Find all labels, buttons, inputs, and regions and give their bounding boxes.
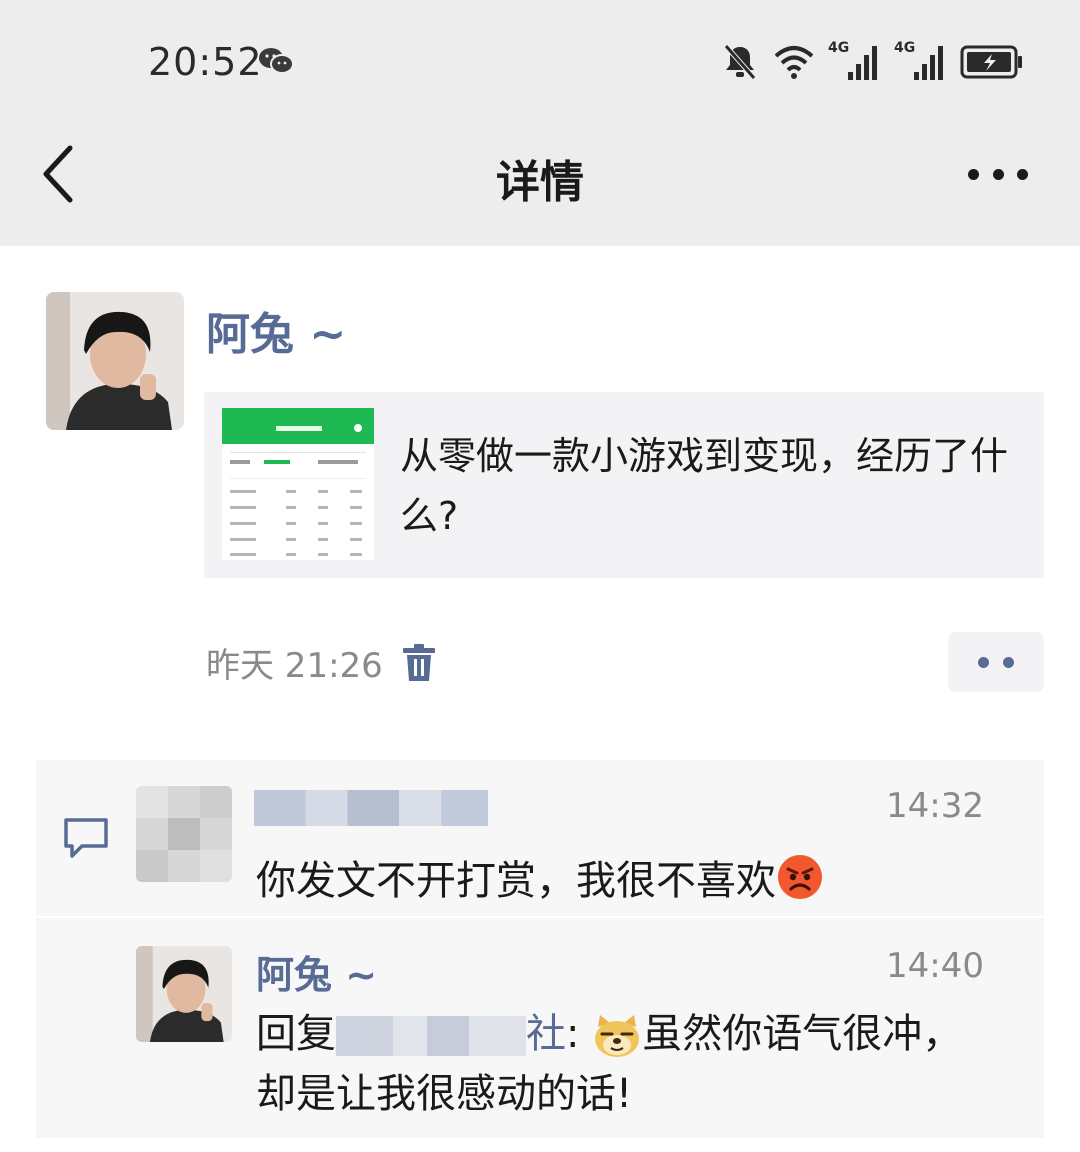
signal-4g-1: 4G [828, 40, 882, 82]
comments-section: 14:32 你发文不开打赏，我很不喜欢 阿兔 ~ 14:40 回复 社: 虽然你… [36, 760, 1044, 1138]
status-icons: 4G 4G [720, 40, 1024, 84]
comment-icon [64, 818, 108, 858]
dot-icon [978, 656, 989, 668]
wifi-icon [774, 46, 814, 79]
reply-time: 14:40 [886, 946, 984, 986]
wechat-icon [259, 48, 294, 74]
signal-bars-icon [914, 46, 943, 80]
commenter-name-blurred[interactable] [254, 790, 488, 826]
article-title: 从零做一款小游戏到变现，经历了什么? [400, 434, 1009, 538]
reply-author-avatar[interactable] [136, 946, 232, 1042]
like-comment-button[interactable] [948, 632, 1044, 692]
reply-target-name[interactable]: 社 [526, 1011, 566, 1057]
reply-colon: : [566, 1011, 593, 1057]
article-thumbnail [222, 408, 374, 560]
post-meta: 昨天 21:26 [206, 638, 437, 687]
dot-icon [968, 168, 979, 180]
avatar-photo [136, 946, 232, 1042]
more-options-button[interactable] [968, 160, 1028, 188]
post-timestamp: 昨天 21:26 [206, 646, 383, 686]
reply-prefix: 回复 [256, 1011, 336, 1057]
dot-icon [1017, 168, 1028, 180]
dot-icon [1003, 656, 1014, 668]
comment-divider [36, 916, 1044, 918]
dot-icon [992, 168, 1004, 180]
avatar-photo [46, 292, 184, 430]
comment-text: 你发文不开打赏，我很不喜欢 [256, 848, 824, 906]
angry-face-icon [778, 855, 822, 899]
signal-bars-icon [848, 46, 877, 80]
reply-text: 回复 社: 虽然你语气很冲，却是让我很感动的话! [256, 1004, 996, 1124]
comment-time: 14:32 [886, 786, 984, 826]
reply-author-name[interactable]: 阿兔 ~ [256, 944, 377, 999]
top-bar: 20:52 4G 4G 详情 [0, 0, 1080, 246]
status-time: 20:52 [148, 40, 263, 84]
author-name[interactable]: 阿兔 ~ [206, 298, 346, 362]
commenter-avatar-blurred[interactable] [136, 786, 232, 882]
shared-article-card[interactable]: 从零做一款小游戏到变现，经历了什么? [204, 392, 1044, 578]
author-avatar[interactable] [46, 292, 184, 430]
reply-target-blurred[interactable] [336, 1016, 526, 1056]
comment-text-content: 你发文不开打赏，我很不喜欢 [256, 858, 776, 904]
battery-charging-icon [960, 45, 1022, 79]
doge-icon [595, 1015, 640, 1057]
page-title: 详情 [496, 157, 584, 208]
signal-4g-2: 4G [894, 40, 948, 82]
thumbnail-image [222, 408, 374, 560]
mute-bell-icon [724, 44, 756, 80]
trash-icon[interactable] [401, 643, 437, 683]
